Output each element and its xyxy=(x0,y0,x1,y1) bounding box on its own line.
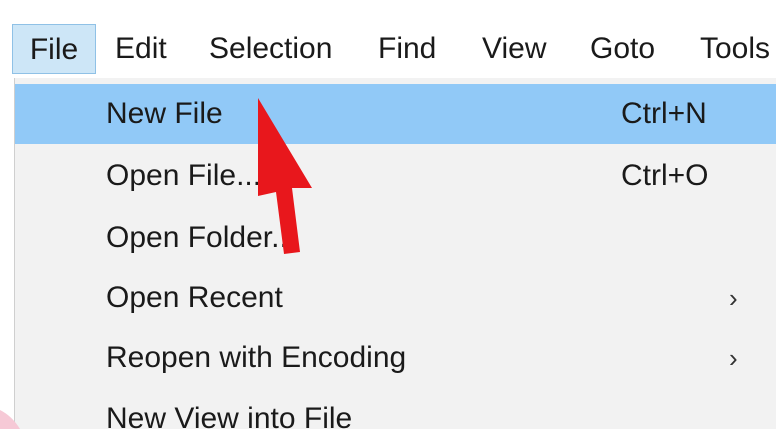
menu-view[interactable]: View xyxy=(482,24,546,74)
menu-item-shortcut: Ctrl+O xyxy=(621,159,709,192)
decorative-mark xyxy=(0,404,22,429)
menu-item-label: New View into File xyxy=(106,402,353,429)
menu-tools[interactable]: Tools xyxy=(700,24,770,74)
menu-item-shortcut: Ctrl+N xyxy=(621,97,707,130)
menu-selection[interactable]: Selection xyxy=(209,24,332,74)
menu-item-open-recent[interactable]: Open Recent › xyxy=(15,268,776,328)
chevron-right-icon: › xyxy=(729,283,738,313)
menu-item-new-file[interactable]: New File Ctrl+N xyxy=(15,84,776,144)
menu-item-label: Reopen with Encoding xyxy=(106,341,407,374)
file-menu-dropdown: New File Ctrl+N Open File... Ctrl+O Open… xyxy=(14,78,776,429)
menu-item-open-folder[interactable]: Open Folder... xyxy=(15,208,776,268)
menu-item-open-file[interactable]: Open File... Ctrl+O xyxy=(15,146,776,206)
chevron-right-icon: › xyxy=(729,343,738,373)
menu-find[interactable]: Find xyxy=(378,24,436,74)
menu-item-label: Open Folder... xyxy=(106,221,297,254)
menu-edit[interactable]: Edit xyxy=(115,24,167,74)
app-window: File Edit Selection Find View Goto Tools… xyxy=(0,0,776,429)
menu-file[interactable]: File xyxy=(12,24,96,74)
menu-item-new-view-into-file[interactable]: New View into File xyxy=(15,389,776,429)
menu-goto[interactable]: Goto xyxy=(590,24,655,74)
menu-item-label: New File xyxy=(106,97,223,130)
menu-item-reopen-with-encoding[interactable]: Reopen with Encoding › xyxy=(15,328,776,388)
menu-item-label: Open File... xyxy=(106,159,262,192)
menu-bar: File Edit Selection Find View Goto Tools xyxy=(0,0,776,78)
menu-item-label: Open Recent xyxy=(106,281,283,314)
